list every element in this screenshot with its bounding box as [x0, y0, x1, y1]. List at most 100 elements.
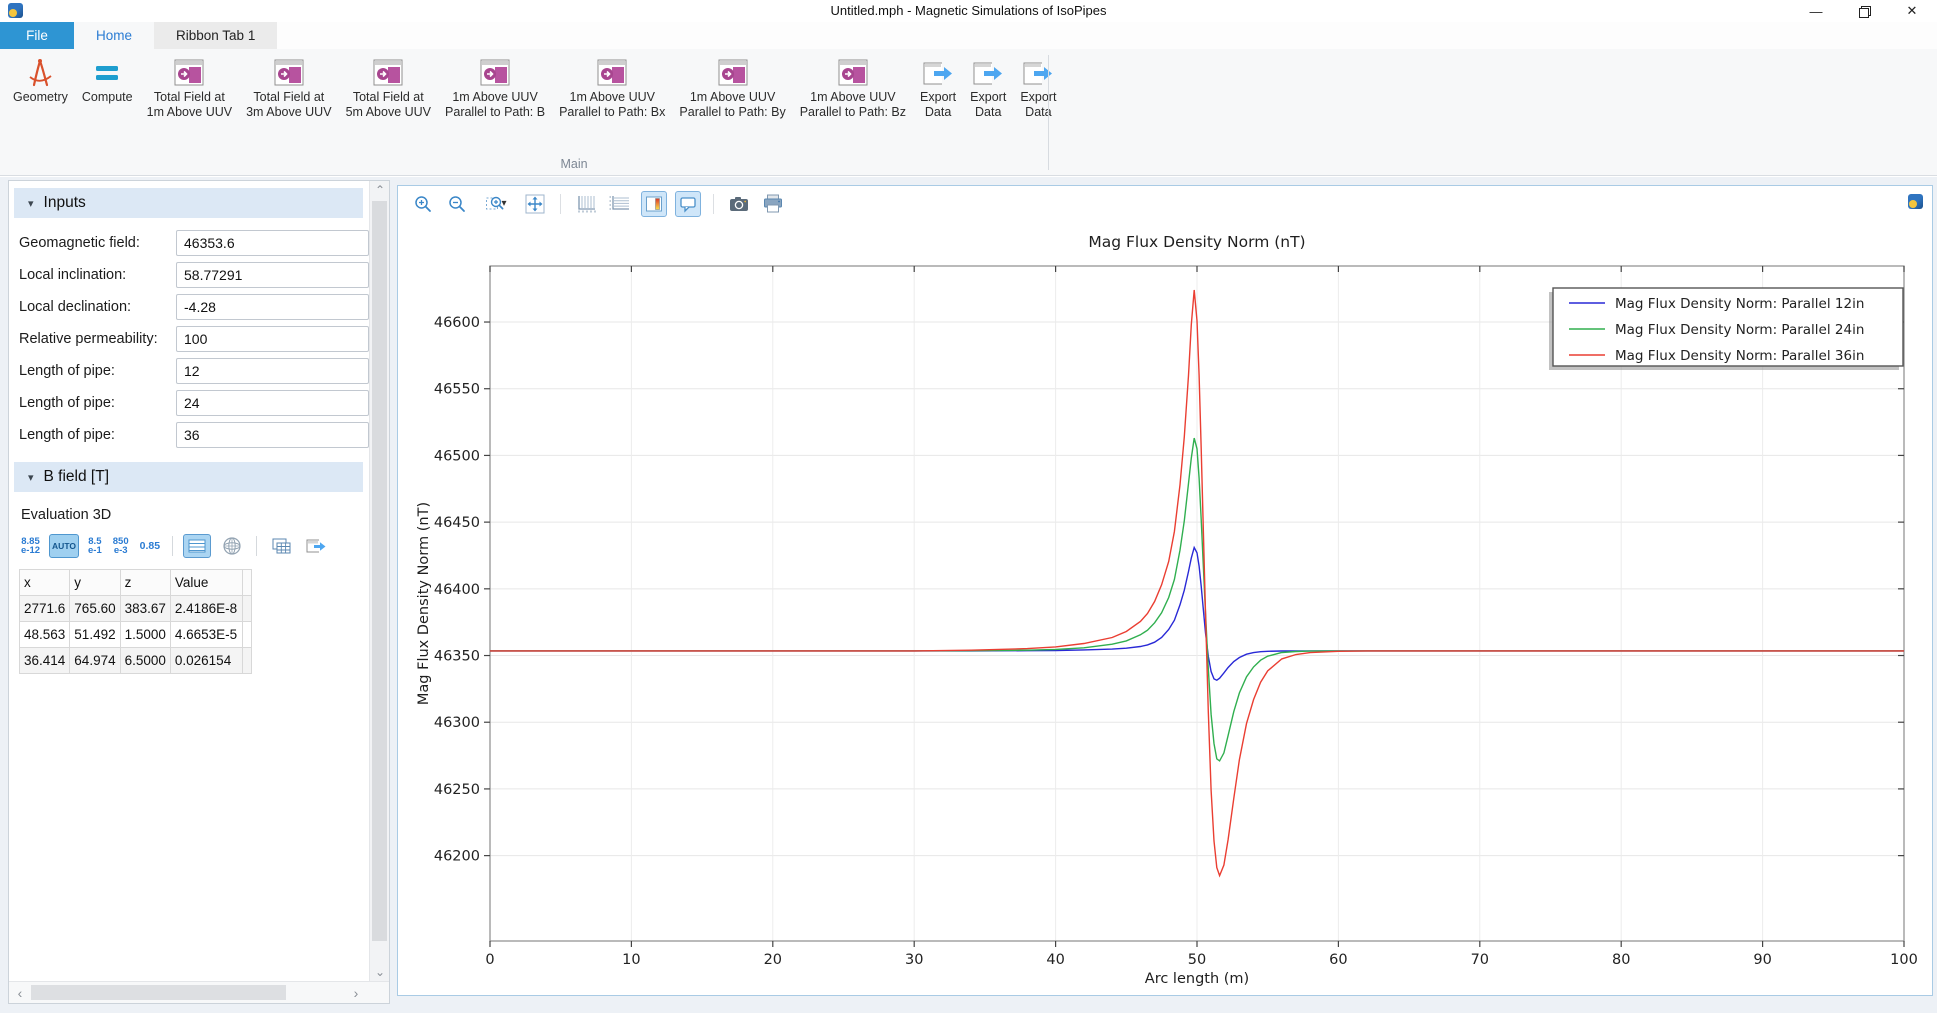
x-tick-label: 20: [764, 952, 782, 968]
title-bar: Untitled.mph - Magnetic Simulations of I…: [0, 0, 1937, 22]
vertical-scroll-thumb[interactable]: [372, 201, 387, 941]
y-tick-label: 46550: [434, 382, 480, 398]
table-view-button[interactable]: [183, 534, 211, 558]
local-declination-input[interactable]: [176, 294, 369, 320]
camera-icon: [729, 195, 749, 213]
export-table-icon: [305, 537, 327, 555]
y-axis-label: Mag Flux Density Norm (nT): [416, 502, 432, 705]
print-button[interactable]: [760, 191, 786, 217]
sphere-icon: [222, 536, 242, 556]
plot-window-flag-icon[interactable]: [1908, 194, 1923, 209]
x-tick-label: 50: [1188, 952, 1206, 968]
zoom-box-button[interactable]: ▾: [478, 191, 514, 217]
zoom-dropdown-caret-icon[interactable]: ▾: [501, 198, 506, 209]
total-field-1m-button[interactable]: Total Field at1m Above UUV: [140, 53, 239, 122]
relative-permeability-input[interactable]: [176, 326, 369, 352]
x-axis-grid-button[interactable]: [573, 191, 599, 217]
copy-table-button[interactable]: [267, 534, 295, 558]
table-row[interactable]: 36.414 64.974 6.5000 0.026154: [20, 648, 252, 674]
bfield-section-title: B field [T]: [44, 468, 109, 486]
local-inclination-row: Local inclination:: [19, 262, 359, 288]
panel-vertical-scrollbar[interactable]: ⌃ ⌄: [369, 181, 389, 981]
inputs-section-header[interactable]: ▾ Inputs: [14, 188, 363, 218]
pipe-length-24-input[interactable]: [176, 390, 369, 416]
window-title: Untitled.mph - Magnetic Simulations of I…: [0, 3, 1937, 18]
x-tick-label: 60: [1329, 952, 1347, 968]
color-legend-icon: [645, 195, 663, 213]
ribbon-button-label-line1: Export: [920, 90, 956, 104]
ribbon-button-label-line1: 1m Above UUV: [690, 90, 775, 104]
x-tick-label: 70: [1471, 952, 1489, 968]
precision-eng-button[interactable]: 8.5 e-1: [86, 536, 104, 556]
relative-permeability-row: Relative permeability:: [19, 326, 359, 352]
scroll-right-icon[interactable]: ›: [345, 985, 367, 1001]
image-snapshot-button[interactable]: [726, 191, 752, 217]
legend-entry-label: Mag Flux Density Norm: Parallel 12in: [1615, 296, 1864, 312]
geomagnetic-field-label: Geomagnetic field:: [19, 235, 140, 251]
ribbon-button-label-line2: Data: [975, 105, 1001, 119]
zoom-extents-button[interactable]: [522, 191, 548, 217]
tooltip-bubble-icon: [679, 195, 697, 213]
export-data-button-1[interactable]: ExportData: [913, 53, 963, 122]
compute-button[interactable]: Compute: [75, 53, 140, 107]
zoom-out-button[interactable]: [444, 191, 470, 217]
restore-button[interactable]: [1853, 1, 1875, 21]
x-tick-label: 80: [1612, 952, 1630, 968]
tab-home[interactable]: Home: [74, 22, 154, 49]
total-field-5m-button[interactable]: Total Field at5m Above UUV: [339, 53, 438, 122]
y-axis-grid-button[interactable]: [607, 191, 633, 217]
color-legend-toggle[interactable]: [641, 191, 667, 217]
sphere-view-button[interactable]: [218, 534, 246, 558]
local-inclination-label: Local inclination:: [19, 267, 126, 283]
close-icon: ✕: [1907, 3, 1918, 19]
tab-file[interactable]: File: [0, 22, 74, 49]
tooltip-toggle[interactable]: [675, 191, 701, 217]
plot-canvas[interactable]: 0102030405060708090100462004625046300463…: [398, 219, 1931, 993]
chart-title: Mag Flux Density Norm (nT): [1088, 233, 1305, 251]
export-data-button-3[interactable]: ExportData: [1013, 53, 1063, 122]
zoom-in-button[interactable]: [410, 191, 436, 217]
x-axis-label: Arc length (m): [1145, 971, 1249, 987]
col-value[interactable]: Value: [170, 570, 242, 596]
x-axis-grid-icon: [575, 194, 597, 214]
precision-milli-button[interactable]: 850 e-3: [111, 536, 131, 556]
horizontal-scroll-thumb[interactable]: [31, 985, 286, 1000]
parallel-path-bz-button[interactable]: 1m Above UUVParallel to Path: Bz: [793, 53, 913, 122]
col-y[interactable]: y: [70, 570, 120, 596]
scroll-down-icon[interactable]: ⌄: [370, 963, 390, 981]
close-button[interactable]: ✕: [1901, 1, 1923, 21]
export-table-button[interactable]: [302, 534, 330, 558]
pipe-length-36-input[interactable]: [176, 422, 369, 448]
parallel-path-by-button[interactable]: 1m Above UUVParallel to Path: By: [672, 53, 792, 122]
tab-ribbon-tab-1[interactable]: Ribbon Tab 1: [154, 22, 277, 49]
bfield-section-header[interactable]: ▾ B field [T]: [14, 462, 363, 492]
y-tick-label: 46500: [434, 448, 480, 464]
pipe-length-36-label: Length of pipe:: [19, 427, 115, 443]
pipe-length-12-label: Length of pipe:: [19, 363, 115, 379]
x-tick-label: 10: [622, 952, 640, 968]
table-row[interactable]: 2771.6 765.60 383.67 2.4186E-8: [20, 596, 252, 622]
table-row[interactable]: 48.563 51.492 1.5000 4.6653E-5: [20, 622, 252, 648]
scroll-left-icon[interactable]: ‹: [9, 985, 31, 1001]
export-data-icon: [922, 57, 954, 87]
panel-horizontal-scrollbar[interactable]: ‹ ›: [9, 981, 389, 1003]
geomagnetic-field-input[interactable]: [176, 230, 369, 256]
auto-notation-button[interactable]: AUTO: [49, 534, 79, 558]
local-inclination-input[interactable]: [176, 262, 369, 288]
zoom-extents-icon: [524, 193, 546, 215]
ribbon-button-label-line1: Export: [1020, 90, 1056, 104]
minimize-button[interactable]: —: [1805, 1, 1827, 21]
local-declination-row: Local declination:: [19, 294, 359, 320]
ribbon-button-label-line2: Parallel to Path: By: [679, 105, 785, 119]
parallel-path-bx-button[interactable]: 1m Above UUVParallel to Path: Bx: [552, 53, 672, 122]
export-data-button-2[interactable]: ExportData: [963, 53, 1013, 122]
col-x[interactable]: x: [20, 570, 70, 596]
geometry-button[interactable]: Geometry: [6, 53, 75, 107]
total-field-3m-button[interactable]: Total Field at3m Above UUV: [239, 53, 338, 122]
scroll-up-icon[interactable]: ⌃: [370, 181, 390, 199]
col-z[interactable]: z: [120, 570, 170, 596]
precision-decimal-button[interactable]: 0.85: [138, 540, 162, 552]
pipe-length-12-input[interactable]: [176, 358, 369, 384]
parallel-path-b-button[interactable]: 1m Above UUVParallel to Path: B: [438, 53, 552, 122]
precision-sci-button[interactable]: 8.85 e-12: [19, 536, 42, 556]
